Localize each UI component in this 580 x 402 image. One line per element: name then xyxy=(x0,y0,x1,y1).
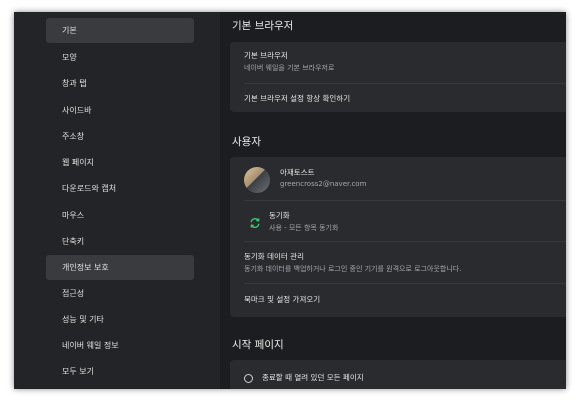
sidebar-item-mouse[interactable]: 마우스 xyxy=(46,203,194,228)
sidebar-item-address-bar[interactable]: 주소창 xyxy=(46,124,194,149)
sidebar-item-about[interactable]: 네이버 웨일 정보 xyxy=(46,333,194,358)
sync-data-manage-description: 동기화 데이터를 백업하거나 로그인 중인 기기를 원격으로 로그아웃합니다. xyxy=(244,265,462,273)
sidebar-item-show-all[interactable]: 모두 보기 xyxy=(46,359,194,384)
sidebar-item-basic[interactable]: 기본 xyxy=(46,18,194,43)
default-browser-card: 기본 브라우저 네이버 웨일을 기본 브라우저로 기본 브라우저 설정 항상 확… xyxy=(230,42,566,112)
default-browser-check-option[interactable]: 기본 브라우저 설정 항상 확인하기 xyxy=(244,93,350,104)
sync-data-manage-title[interactable]: 동기화 데이터 관리 xyxy=(244,251,304,262)
default-browser-row-title: 기본 브라우저 xyxy=(244,51,288,60)
sidebar-item-performance[interactable]: 성능 및 기타 xyxy=(46,307,194,332)
sidebar-item-windows-tabs[interactable]: 창과 탭 xyxy=(46,71,194,96)
sync-status: 사용 - 모든 항목 동기화 xyxy=(269,224,339,232)
sidebar-item-sidebar[interactable]: 사이드바 xyxy=(46,98,194,123)
sidebar-item-web-page[interactable]: 웹 페이지 xyxy=(46,150,194,175)
section-title-start-page: 시작 페이지 xyxy=(232,339,284,351)
settings-sidebar: 기본 모양 창과 탭 사이드바 주소창 웹 페이지 다운로드와 캡처 마우스 단… xyxy=(14,12,220,389)
settings-content: 기본 브라우저 기본 브라우저 네이버 웨일을 기본 브라우저로 기본 브라우저… xyxy=(220,12,566,389)
user-card: 아재토스트 greencross2@naver.com 동기화 사용 - 모든 … xyxy=(230,157,566,317)
sidebar-item-privacy[interactable]: 개인정보 보호 xyxy=(46,255,194,280)
default-browser-row-subtitle: 네이버 웨일을 기본 브라우저로 xyxy=(244,64,335,72)
section-title-default-browser: 기본 브라우저 xyxy=(232,20,294,32)
radio-button[interactable] xyxy=(244,374,253,383)
settings-window: 기본 모양 창과 탭 사이드바 주소창 웹 페이지 다운로드와 캡처 마우스 단… xyxy=(14,12,566,389)
user-name: 아재토스트 xyxy=(280,168,315,177)
sidebar-item-shortcuts[interactable]: 단축키 xyxy=(46,229,194,254)
start-page-option-restore-label: 종료할 때 열려 있던 모든 페이지 xyxy=(262,373,364,382)
sidebar-item-accessibility[interactable]: 접근성 xyxy=(46,281,194,306)
import-bookmarks-settings[interactable]: 북마크 및 설정 가져오기 xyxy=(244,294,320,305)
sidebar-item-appearance[interactable]: 모양 xyxy=(46,45,194,70)
avatar[interactable] xyxy=(244,167,270,193)
start-page-card: 종료할 때 열려 있던 모든 페이지 xyxy=(230,360,566,389)
divider xyxy=(244,283,566,284)
sync-title[interactable]: 동기화 xyxy=(269,210,290,221)
sidebar-item-downloads-capture[interactable]: 다운로드와 캡처 xyxy=(46,176,194,201)
section-title-user: 사용자 xyxy=(232,136,261,148)
divider xyxy=(244,83,566,84)
user-email: greencross2@naver.com xyxy=(280,180,367,188)
divider xyxy=(244,200,566,201)
divider xyxy=(244,241,566,242)
sync-icon xyxy=(249,214,261,228)
